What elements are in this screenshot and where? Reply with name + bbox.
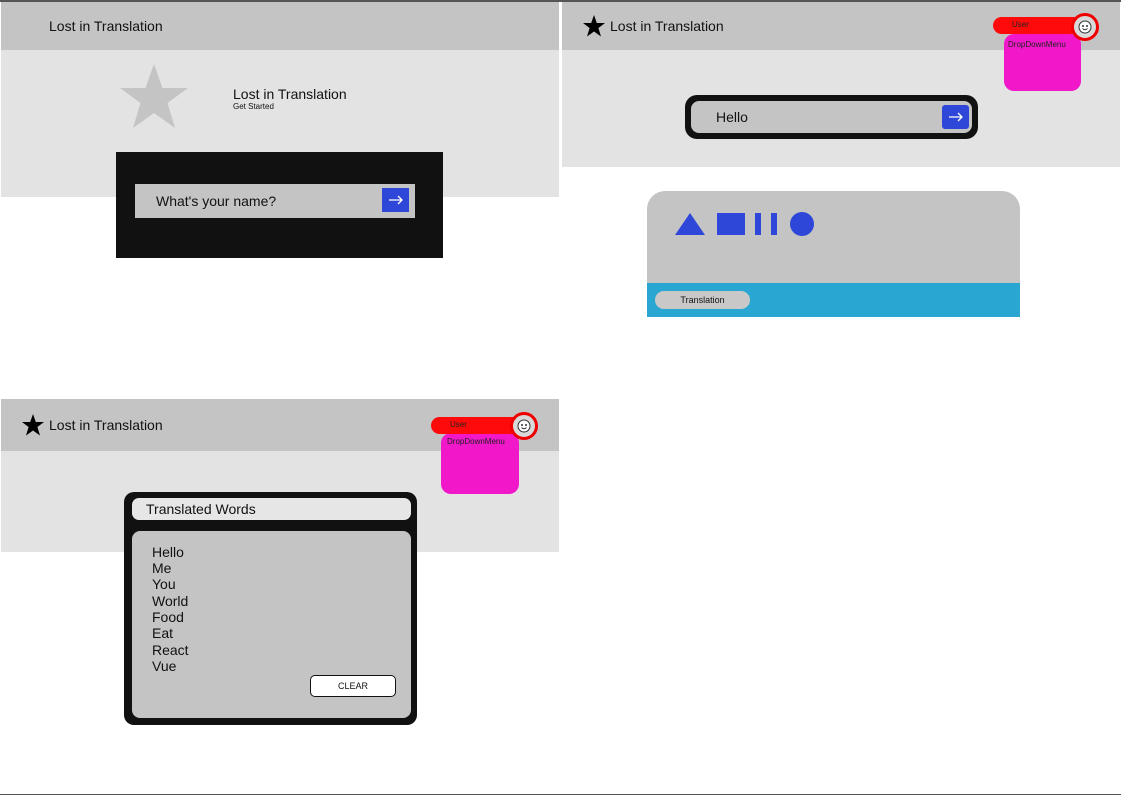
get-started-link[interactable]: Get Started <box>233 102 274 111</box>
circle-sign-icon <box>790 212 814 236</box>
arrow-right-icon <box>388 195 403 205</box>
list-item: You <box>152 576 176 592</box>
translated-words-panel: Translated Words Hello Me You World Food… <box>124 492 417 725</box>
name-input[interactable]: What's your name? <box>135 184 415 218</box>
translate-button[interactable] <box>942 105 969 129</box>
sign-output <box>675 212 814 236</box>
bottom-border <box>0 794 1121 795</box>
list-item: Vue <box>152 658 177 674</box>
app-title: Lost in Translation <box>49 18 163 34</box>
submit-name-button[interactable] <box>382 188 409 212</box>
translate-input-value: Hello <box>716 109 748 125</box>
translation-bar: Translation <box>647 283 1020 317</box>
list-item: Me <box>152 560 172 576</box>
list-item: React <box>152 642 189 658</box>
list-item: Hello <box>152 544 184 560</box>
dropdown-menu[interactable]: DropDownMenu <box>441 433 519 494</box>
dropdown-menu-label: DropDownMenu <box>447 437 505 446</box>
translation-tab[interactable]: Translation <box>655 291 750 309</box>
translated-words-list: Hello Me You World Food Eat React Vue CL… <box>132 531 411 718</box>
bar-sign-icon <box>771 213 777 235</box>
dropdown-menu[interactable]: DropDownMenu <box>1004 34 1081 91</box>
square-sign-icon <box>717 213 745 235</box>
star-icon <box>22 414 44 436</box>
list-item: World <box>152 593 189 609</box>
clear-button[interactable]: CLEAR <box>310 675 396 697</box>
hero-title: Lost in Translation <box>233 86 347 102</box>
user-label: User <box>1012 20 1029 29</box>
translate-input[interactable]: Hello <box>691 101 972 133</box>
star-icon <box>583 15 605 37</box>
translated-words-header: Translated Words <box>132 498 411 520</box>
landing-header: Lost in Translation <box>1 2 559 50</box>
list-item: Eat <box>152 625 174 641</box>
dropdown-menu-label: DropDownMenu <box>1008 40 1066 49</box>
translate-input-box: Hello <box>685 95 978 139</box>
user-avatar[interactable] <box>1071 13 1099 41</box>
bar-sign-icon <box>755 213 761 235</box>
user-label: User <box>450 420 467 429</box>
panel-title: Translated Words <box>146 501 256 517</box>
app-title: Lost in Translation <box>49 417 163 433</box>
app-title: Lost in Translation <box>610 18 724 34</box>
name-input-placeholder: What's your name? <box>156 193 277 209</box>
translation-output-card: Translation <box>647 191 1020 317</box>
triangle-sign-icon <box>675 213 705 235</box>
list-item: Food <box>152 609 184 625</box>
user-avatar[interactable] <box>510 412 538 440</box>
smiley-icon <box>517 419 531 433</box>
arrow-right-icon <box>948 112 963 122</box>
smiley-icon <box>1078 20 1092 34</box>
logo-star-icon <box>120 64 188 128</box>
